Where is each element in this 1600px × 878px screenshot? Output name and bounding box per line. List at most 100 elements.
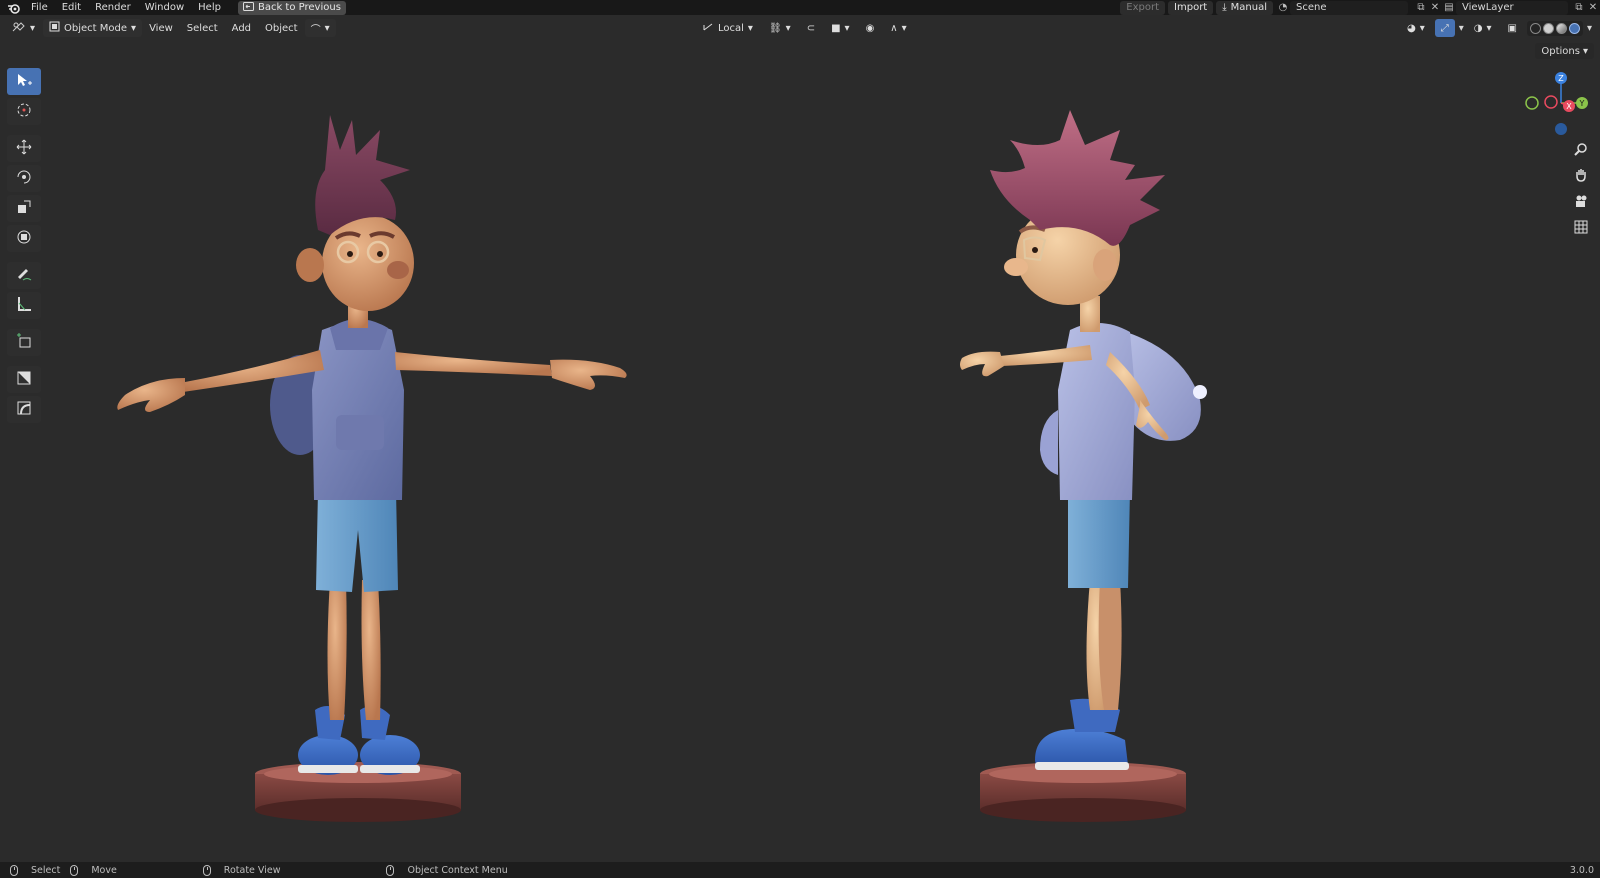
viewport-display-tools: ◕ ▾ ⤢ ▾ ◑ ▾ ▣ ▾ [1401,19,1592,37]
chevron-down-icon: ▾ [1582,45,1588,57]
select-box-tool[interactable] [7,68,41,95]
rotate-icon [15,168,33,189]
rotate-tool[interactable] [7,165,41,192]
blender-logo-icon[interactable] [4,0,24,15]
import-button[interactable]: Import [1168,0,1214,15]
chevron-down-icon: ▾ [747,22,753,34]
chevron-down-icon: ▾ [1419,22,1425,34]
gizmo-neg-x-axis[interactable] [1544,95,1558,109]
chevron-down-icon: ▾ [785,22,791,34]
gizmo-icon: ⤢ [1440,22,1449,34]
annotate-tool[interactable] [7,262,41,289]
editor-type-button[interactable]: ▾ [6,19,41,37]
scale-tool[interactable] [7,195,41,222]
snap-target-dropdown[interactable]: ■ ▾ [825,19,855,37]
material-shading-icon[interactable] [1555,22,1567,34]
falloff-curve-icon: ∧ [890,22,898,34]
eye-icon: ◕ [1406,22,1416,34]
character-front-view[interactable] [117,115,627,822]
proportional-editing-toggle[interactable]: ◉ [860,19,881,37]
character-side-view[interactable] [960,110,1207,822]
chevron-down-icon: ▾ [30,22,36,34]
camera-icon[interactable] [1572,192,1590,210]
scene-name-field[interactable]: Scene [1290,0,1408,15]
solid-shading-icon[interactable] [1542,22,1554,34]
ruler-icon [15,295,33,316]
gizmos-toggle[interactable]: ⤢ [1434,19,1455,37]
mode-dropdown[interactable]: Object Mode ▾ [43,19,143,37]
zoom-icon[interactable] [1572,140,1590,158]
menu-edit[interactable]: Edit [55,0,88,15]
back-window-icon [242,1,254,14]
scene-selector-icon[interactable]: ◔ [1276,1,1290,15]
view-layer-field[interactable]: ViewLayer [1456,0,1568,15]
chevron-down-icon: ▾ [844,22,850,34]
new-view-layer-icon[interactable]: ⧉ [1572,1,1586,15]
grid-icon[interactable] [1572,218,1590,236]
menu-window[interactable]: Window [138,0,191,15]
scene-name: Scene [1296,2,1327,13]
status-select: Select [10,864,60,876]
download-icon: ⤓ [1222,2,1227,13]
new-scene-icon[interactable]: ⧉ [1414,1,1428,15]
curve-tool[interactable] [7,396,41,423]
overlays-icon: ◑ [1473,22,1483,34]
header-menu-select[interactable]: Select [180,23,225,34]
snap-square-icon: ■ [831,22,841,34]
viewport-header: ▾ Object Mode ▾ View Select Add Object ⌒… [0,17,1600,39]
cursor-select-icon [15,72,33,91]
xray-toggle[interactable]: ▣ [1502,19,1523,37]
menu-file[interactable]: File [24,0,55,15]
proportional-dot-icon: ◉ [865,22,875,34]
viewport-canvas[interactable] [0,60,1600,860]
transform-orientation-dropdown[interactable]: Local ▾ [696,19,759,37]
options-dropdown[interactable]: Options ▾ [1535,43,1594,59]
chevron-down-icon: ▾ [1486,22,1492,34]
mouse-right-icon [386,864,395,876]
header-menu-view[interactable]: View [142,23,180,34]
3d-cursor-icon [15,101,33,122]
export-button[interactable]: Export [1120,0,1166,15]
falloff-dropdown[interactable]: ∧ ▾ [884,19,912,37]
overlays-toggle[interactable]: ◑ ▾ [1468,19,1498,37]
transform-tools: Local ▾ ⛓ ▾ ⊂ ■ ▾ ◉ ∧ ▾ [696,19,913,37]
header-menu-object[interactable]: Object [258,23,305,34]
chevron-down-icon[interactable]: ▾ [1459,23,1464,34]
transform-tool[interactable] [7,225,41,252]
pencil-icon [15,265,33,286]
view-layer-selector-icon[interactable]: ▤ [1442,1,1456,15]
gizmo-neg-y-axis[interactable] [1525,96,1539,110]
import-label: Import [1174,2,1208,13]
local-axes-icon [702,22,714,35]
back-to-previous-label: Back to Previous [257,2,341,13]
snap-toggle[interactable]: ⊂ [801,19,821,37]
rendered-shading-icon[interactable] [1568,22,1580,34]
menu-render[interactable]: Render [88,0,138,15]
add-cube-tool[interactable] [7,329,41,356]
chevron-down-icon: ▾ [131,22,137,34]
navigation-gizmo[interactable]: Z Y X [1518,70,1588,140]
export-label: Export [1126,2,1160,13]
move-tool[interactable] [7,135,41,162]
back-to-previous-button[interactable]: Back to Previous [237,0,346,15]
visibility-dropdown[interactable]: ◕ ▾ [1401,19,1431,37]
wireframe-shading-icon[interactable] [1529,22,1541,34]
chevron-down-icon[interactable]: ▾ [1587,23,1592,34]
status-move-label: Move [91,864,117,876]
manual-button[interactable]: ⤓ Manual [1216,0,1273,15]
chevron-down-icon: ▾ [324,22,330,34]
mouse-left-icon [10,864,18,876]
menu-help[interactable]: Help [191,0,228,15]
cursor-tool[interactable] [7,98,41,125]
remove-scene-icon[interactable]: ✕ [1428,1,1442,15]
gizmo-toggle-button[interactable]: ⌒ ▾ [304,19,336,37]
bevel-square-icon [15,369,33,390]
header-menu-add[interactable]: Add [225,23,258,34]
knife-tool[interactable] [7,366,41,393]
hand-pan-icon[interactable] [1572,166,1590,184]
gizmo-neg-z-axis[interactable] [1555,123,1567,135]
move-arrows-icon [15,138,33,159]
remove-view-layer-icon[interactable]: ✕ [1586,1,1600,15]
measure-tool[interactable] [7,292,41,319]
pivot-point-dropdown[interactable]: ⛓ ▾ [763,19,797,37]
